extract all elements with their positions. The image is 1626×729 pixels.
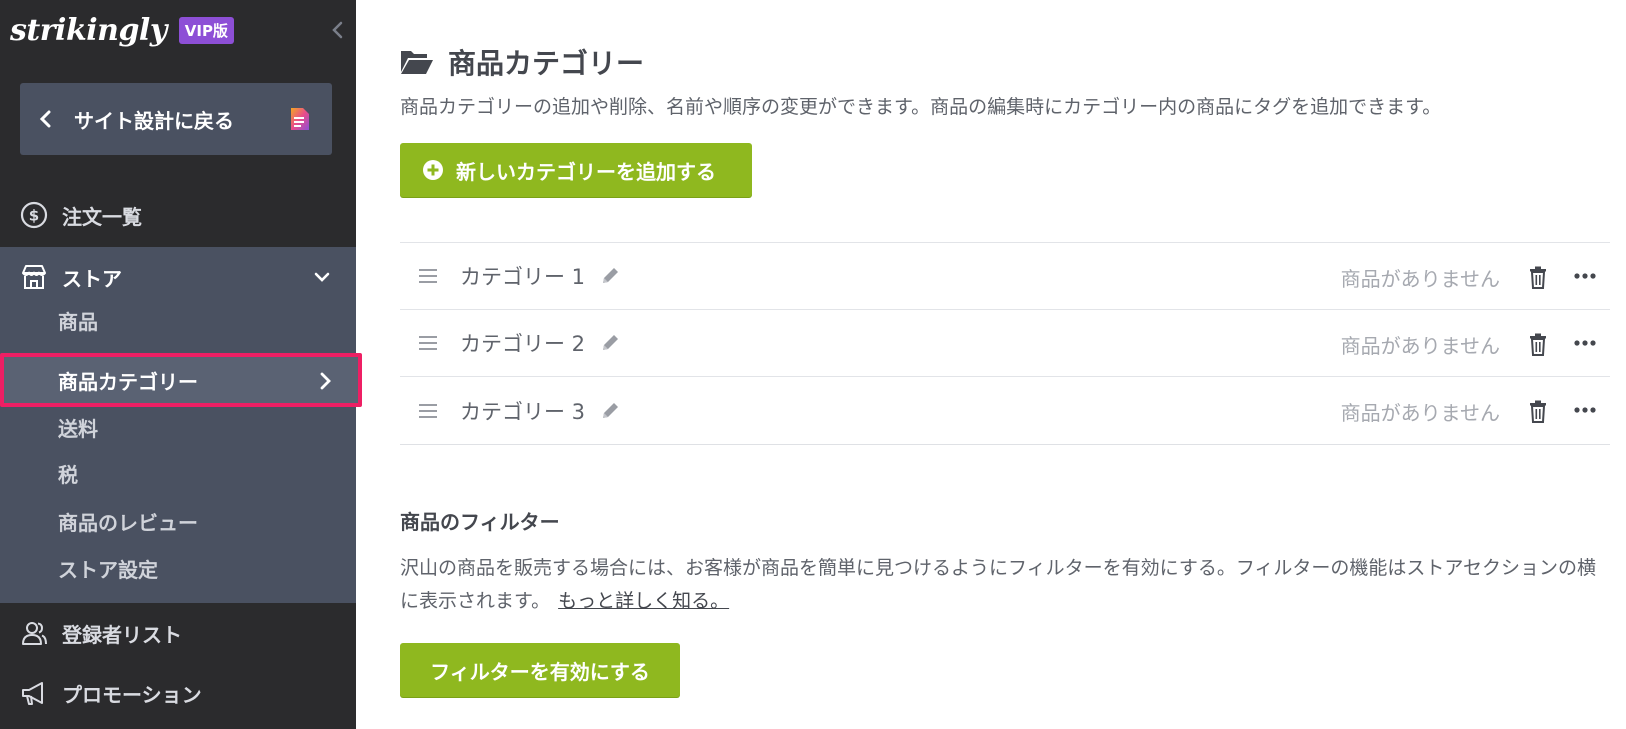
page-description: 商品カテゴリーの追加や削除、名前や順序の変更ができます。商品の編集時にカテゴリー… xyxy=(400,96,1442,118)
document-icon xyxy=(291,108,309,130)
trash-icon[interactable] xyxy=(1528,399,1548,423)
sidebar-item-label: 送料 xyxy=(58,416,98,441)
drag-handle-icon[interactable] xyxy=(418,267,438,285)
sidebar-item-products[interactable]: 商品 xyxy=(58,300,98,340)
chevron-down-icon xyxy=(314,272,330,282)
pencil-icon[interactable] xyxy=(599,332,621,354)
category-status: 商品がありません xyxy=(1340,267,1500,291)
sidebar-item-label: 商品のレビュー xyxy=(58,510,198,535)
back-button-label: サイト設計に戻る xyxy=(74,108,234,133)
drag-handle-icon[interactable] xyxy=(418,402,438,420)
storefront-icon xyxy=(22,265,46,289)
sidebar-item-store-settings[interactable]: ストア設定 xyxy=(58,548,158,588)
nav-item-orders-label: 注文一覧 xyxy=(62,204,142,229)
trash-icon[interactable] xyxy=(1528,332,1548,356)
store-panel: ストア 商品 商品カテゴリー 送料 税 商品のレビュー ストア設定 xyxy=(0,247,362,603)
sidebar-item-tax[interactable]: 税 xyxy=(58,453,78,493)
category-name: カテゴリー 3 xyxy=(460,399,586,424)
plus-circle-icon xyxy=(423,160,443,180)
sidebar-item-label: ストア設定 xyxy=(58,557,158,582)
users-icon xyxy=(22,622,47,645)
collapse-sidebar-icon[interactable] xyxy=(328,18,348,42)
logo-row: strikingly VIP版 xyxy=(10,10,234,50)
nav-item-orders[interactable]: $ 注文一覧 xyxy=(0,190,356,240)
dollar-circle-icon: $ xyxy=(20,201,48,229)
strikingly-logo[interactable]: strikingly xyxy=(10,13,167,48)
sidebar-item-label: 商品 xyxy=(58,309,98,334)
add-category-button[interactable]: 新しいカテゴリーを追加する xyxy=(400,143,752,197)
chevron-left-icon xyxy=(39,110,51,128)
sidebar-item-reviews[interactable]: 商品のレビュー xyxy=(58,501,198,541)
sidebar-item-shipping[interactable]: 送料 xyxy=(58,407,98,447)
filter-section-title: 商品のフィルター xyxy=(400,510,560,534)
svg-text:$: $ xyxy=(29,207,39,225)
pencil-icon[interactable] xyxy=(599,265,621,287)
page-header: 商品カテゴリー xyxy=(400,40,644,84)
filter-section-description: 沢山の商品を販売する場合には、お客様が商品を簡単に見つけるようにフィルターを有効… xyxy=(400,552,1600,618)
category-row: カテゴリー 1 商品がありません xyxy=(400,243,1610,310)
more-options-icon[interactable] xyxy=(1574,338,1596,348)
nav-item-subscribers-label: 登録者リスト xyxy=(62,622,182,647)
category-row: カテゴリー 2 商品がありません xyxy=(400,310,1610,377)
sidebar-item-label: 商品カテゴリー xyxy=(58,369,198,394)
trash-icon[interactable] xyxy=(1528,265,1548,289)
sidebar-item-label: 税 xyxy=(58,462,78,487)
nav-item-store-label: ストア xyxy=(62,266,122,291)
chevron-right-icon xyxy=(320,372,331,390)
vip-badge: VIP版 xyxy=(178,16,234,44)
more-options-icon[interactable] xyxy=(1574,405,1596,415)
category-list: カテゴリー 1 商品がありません カテゴリー 2 商品がありません カテゴリー … xyxy=(400,242,1610,445)
main-content: 商品カテゴリー 商品カテゴリーの追加や削除、名前や順序の変更ができます。商品の編… xyxy=(400,0,1626,729)
category-status: 商品がありません xyxy=(1340,334,1500,358)
drag-handle-icon[interactable] xyxy=(418,334,438,352)
enable-filter-button[interactable]: フィルターを有効にする xyxy=(400,643,680,697)
category-row: カテゴリー 3 商品がありません xyxy=(400,377,1610,444)
back-to-site-editor-button[interactable]: サイト設計に戻る xyxy=(20,83,332,155)
sidebar-item-product-categories[interactable]: 商品カテゴリー xyxy=(0,353,362,407)
category-name: カテゴリー 2 xyxy=(460,332,586,356)
nav-item-subscribers[interactable]: 登録者リスト xyxy=(0,608,356,658)
nav-item-store[interactable]: ストア xyxy=(0,247,356,307)
category-name: カテゴリー 1 xyxy=(460,265,586,289)
megaphone-icon xyxy=(22,682,43,705)
nav-item-promotion[interactable]: プロモーション xyxy=(0,668,356,718)
sidebar: strikingly VIP版 サイト設計に戻る $ 注文一覧 ストア 商品 商… xyxy=(0,0,362,729)
nav-item-promotion-label: プロモーション xyxy=(62,682,202,707)
learn-more-link[interactable]: もっと詳しく知る。 xyxy=(558,590,729,612)
pencil-icon[interactable] xyxy=(599,400,621,422)
category-status: 商品がありません xyxy=(1340,401,1500,425)
page-title: 商品カテゴリー xyxy=(448,47,645,80)
folder-open-icon xyxy=(401,51,433,74)
more-options-icon[interactable] xyxy=(1574,271,1596,281)
add-category-button-label: 新しいカテゴリーを追加する xyxy=(456,159,716,184)
